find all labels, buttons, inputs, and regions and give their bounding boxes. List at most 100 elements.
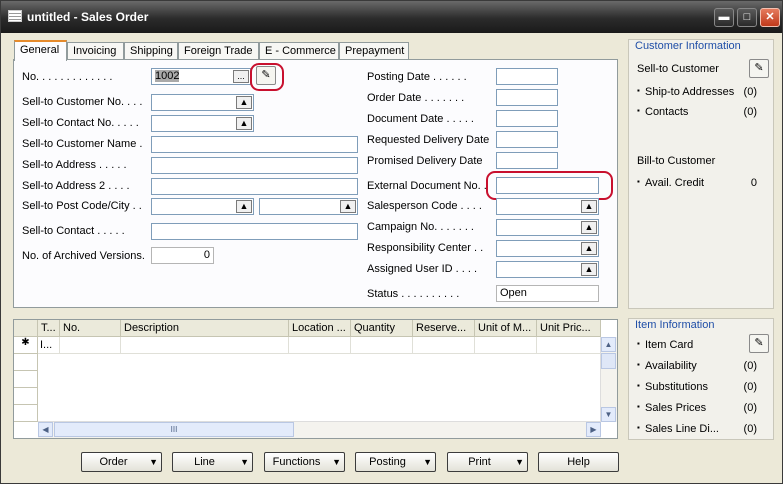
vertical-scrollbar[interactable]: ▲ ▼ xyxy=(600,337,617,422)
campaign-no-field[interactable]: ▲ xyxy=(496,219,599,236)
row-selector[interactable] xyxy=(14,354,38,371)
tab-e-commerce[interactable]: E - Commerce xyxy=(259,42,339,60)
maximize-button[interactable]: □ xyxy=(737,8,757,27)
lookup-icon[interactable]: ▲ xyxy=(236,200,252,213)
ship-to-addresses-link[interactable]: Ship-to Addresses xyxy=(645,86,734,98)
help-button[interactable]: Help xyxy=(538,452,619,472)
grid-corner xyxy=(14,320,38,337)
status-field[interactable]: Open xyxy=(496,285,599,302)
contacts-link[interactable]: Contacts xyxy=(645,106,688,118)
sales-line-discounts-link[interactable]: Sales Line Di... xyxy=(645,423,719,435)
column-header-type[interactable]: T... xyxy=(38,320,60,337)
lookup-icon[interactable]: ▲ xyxy=(236,117,252,130)
column-header-no[interactable]: No. xyxy=(60,320,121,337)
sales-lines-grid[interactable]: T... No. Description Location ... Quanti… xyxy=(13,319,618,439)
grid-cell[interactable] xyxy=(475,337,537,354)
grid-cell[interactable] xyxy=(537,337,601,354)
tab-invoicing[interactable]: Invoicing xyxy=(67,42,124,60)
requested-delivery-date-label: Requested Delivery Date xyxy=(367,134,490,146)
line-menu-button[interactable]: Line ▼ xyxy=(172,452,253,472)
lookup-icon[interactable]: ▲ xyxy=(340,200,356,213)
scroll-right-icon[interactable]: ▶ xyxy=(586,422,601,437)
grid-cell[interactable] xyxy=(413,337,475,354)
scroll-left-icon[interactable]: ◀ xyxy=(38,422,53,437)
horizontal-scrollbar[interactable]: ◀ III ▶ xyxy=(38,421,601,438)
column-header-description[interactable]: Description xyxy=(121,320,289,337)
sell-to-customer-edit-button[interactable]: ✎ xyxy=(749,59,769,78)
archived-versions-label: No. of Archived Versions. xyxy=(22,250,145,262)
status-label: Status . . . . . . . . . . xyxy=(367,288,460,300)
salesperson-code-field[interactable]: ▲ xyxy=(496,198,599,215)
sell-to-customer-name-field[interactable] xyxy=(151,136,358,153)
posting-date-label: Posting Date . . . . . . xyxy=(367,71,467,83)
posting-menu-button[interactable]: Posting ▼ xyxy=(355,452,436,472)
order-date-field[interactable] xyxy=(496,89,558,106)
sales-prices-count: (0) xyxy=(743,402,757,414)
sell-to-post-code-field[interactable]: ▲ xyxy=(151,198,254,215)
scroll-up-icon[interactable]: ▲ xyxy=(601,337,616,352)
tab-general[interactable]: General xyxy=(14,40,67,61)
tab-foreign-trade[interactable]: Foreign Trade xyxy=(178,42,259,60)
close-button[interactable]: ✕ xyxy=(760,8,780,27)
grid-cell[interactable] xyxy=(60,337,121,354)
order-button-label: Order xyxy=(99,456,128,468)
sell-to-contact-field[interactable] xyxy=(151,223,358,240)
sell-to-post-code-city-label: Sell-to Post Code/City . . xyxy=(22,200,142,212)
scroll-thumb[interactable]: III xyxy=(54,422,294,437)
highlight-circle xyxy=(486,171,613,200)
tab-shipping[interactable]: Shipping xyxy=(124,42,178,60)
promised-delivery-date-field[interactable] xyxy=(496,152,558,169)
sell-to-customer-no-field[interactable]: ▲ xyxy=(151,94,254,111)
lookup-icon[interactable]: ▲ xyxy=(581,200,597,213)
order-menu-button[interactable]: Order ▼ xyxy=(81,452,162,472)
substitutions-link[interactable]: Substitutions xyxy=(645,381,708,393)
grid-cell[interactable] xyxy=(289,337,351,354)
sell-to-address2-field[interactable] xyxy=(151,178,358,195)
scroll-thumb[interactable] xyxy=(601,353,616,369)
print-menu-button[interactable]: Print ▼ xyxy=(447,452,528,472)
posting-date-field[interactable] xyxy=(496,68,558,85)
column-header-unit-of-measure[interactable]: Unit of M... xyxy=(475,320,537,337)
sell-to-contact-no-label: Sell-to Contact No. . . . . xyxy=(22,117,139,129)
row-selector[interactable] xyxy=(14,388,38,405)
column-header-reserved[interactable]: Reserve... xyxy=(413,320,475,337)
column-header-location[interactable]: Location ... xyxy=(289,320,351,337)
sell-to-city-field[interactable]: ▲ xyxy=(259,198,358,215)
row-selector[interactable] xyxy=(14,371,38,388)
responsibility-center-field[interactable]: ▲ xyxy=(496,240,599,257)
grid-cell[interactable] xyxy=(351,337,413,354)
avail-credit-link[interactable]: Avail. Credit xyxy=(645,177,704,189)
minimize-button[interactable]: ▬ xyxy=(714,8,734,27)
lookup-icon[interactable]: ▲ xyxy=(581,263,597,276)
sales-prices-link[interactable]: Sales Prices xyxy=(645,402,706,414)
item-card-link[interactable]: Item Card xyxy=(645,339,693,351)
no-field[interactable]: 1002 ... xyxy=(151,68,251,85)
column-header-quantity[interactable]: Quantity xyxy=(351,320,413,337)
functions-menu-button[interactable]: Functions ▼ xyxy=(264,452,345,472)
requested-delivery-date-field[interactable] xyxy=(496,131,558,148)
sell-to-address-field[interactable] xyxy=(151,157,358,174)
assigned-user-id-field[interactable]: ▲ xyxy=(496,261,599,278)
scroll-down-icon[interactable]: ▼ xyxy=(601,407,616,422)
title-bar[interactable]: untitled - Sales Order ▬ □ ✕ xyxy=(1,1,782,33)
column-header-unit-price[interactable]: Unit Pric... xyxy=(537,320,601,337)
substitutions-count: (0) xyxy=(743,381,757,393)
lookup-icon[interactable]: ▲ xyxy=(236,96,252,109)
tab-prepayment[interactable]: Prepayment xyxy=(339,42,409,60)
item-information-header: Item Information xyxy=(635,319,715,331)
print-button-label: Print xyxy=(468,456,491,468)
grid-cell[interactable] xyxy=(121,337,289,354)
lookup-icon[interactable]: ▲ xyxy=(581,242,597,255)
line-type-cell[interactable]: I... xyxy=(38,337,60,354)
dropdown-arrow-icon: ▼ xyxy=(240,457,249,467)
lookup-icon[interactable]: ▲ xyxy=(581,221,597,234)
archived-versions-field[interactable]: 0 xyxy=(151,247,214,264)
document-date-field[interactable] xyxy=(496,110,558,127)
assist-edit-button[interactable]: ... xyxy=(233,70,249,83)
new-row-marker[interactable]: ✱ xyxy=(14,337,38,354)
row-selector[interactable] xyxy=(14,405,38,422)
item-card-edit-button[interactable]: ✎ xyxy=(749,334,769,353)
sell-to-customer-name-label: Sell-to Customer Name . xyxy=(22,138,143,150)
sell-to-contact-no-field[interactable]: ▲ xyxy=(151,115,254,132)
availability-link[interactable]: Availability xyxy=(645,360,697,372)
